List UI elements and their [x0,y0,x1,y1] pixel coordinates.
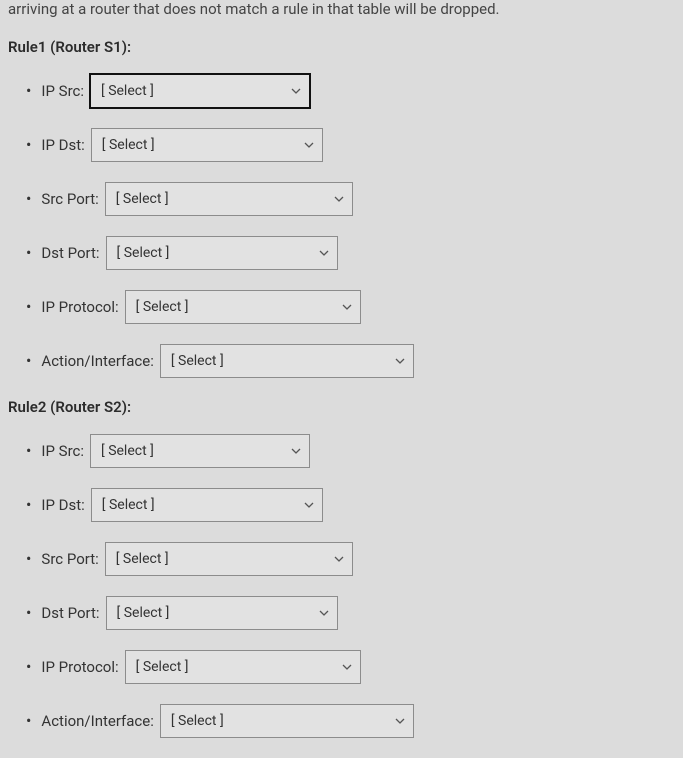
rule2-ip-src-row: IP Src: [ Select ] [26,434,675,468]
select-text: [ Select ] [117,605,170,621]
rule1-dst-port-label: Dst Port: [41,244,99,262]
rule1-action-interface-select[interactable]: [ Select ] [160,344,414,378]
rule1-ip-dst-select[interactable]: [ Select ] [91,128,323,162]
rule2-ip-dst-row: IP Dst: [ Select ] [26,488,675,522]
rule1-ip-src-row: IP Src: [ Select ] [26,74,675,108]
rule2-dst-port-row: Dst Port: [ Select ] [26,596,675,630]
rule1-ip-dst-label: IP Dst: [41,136,84,154]
select-text: [ Select ] [136,659,189,675]
rule1-dst-port-select[interactable]: [ Select ] [106,236,338,270]
rule2-action-interface-label: Action/Interface: [41,712,153,730]
select-text: [ Select ] [116,551,169,567]
chevron-down-icon [291,88,301,94]
chevron-down-icon [319,610,329,616]
rule2-src-port-row: Src Port: [ Select ] [26,542,675,576]
chevron-down-icon [304,502,314,508]
chevron-down-icon [334,196,344,202]
rule1-dst-port-row: Dst Port: [ Select ] [26,236,675,270]
rule1-heading: Rule1 (Router S1): [8,38,675,56]
rule2-ip-protocol-label: IP Protocol: [41,658,118,676]
select-text: [ Select ] [136,299,189,315]
select-text: [ Select ] [171,713,224,729]
rule2-ip-src-select[interactable]: [ Select ] [90,434,310,468]
rule2-heading: Rule2 (Router S2): [8,398,675,416]
rule2-action-interface-row: Action/Interface: [ Select ] [26,704,675,738]
rule1-ip-protocol-label: IP Protocol: [41,298,118,316]
select-text: [ Select ] [102,497,155,513]
chevron-down-icon [395,358,405,364]
rule2-action-interface-select[interactable]: [ Select ] [160,704,414,738]
rule1-ip-dst-row: IP Dst: [ Select ] [26,128,675,162]
chevron-down-icon [334,556,344,562]
rule2-dst-port-label: Dst Port: [41,604,99,622]
chevron-down-icon [304,142,314,148]
chevron-down-icon [342,664,352,670]
chevron-down-icon [319,250,329,256]
select-text: [ Select ] [101,443,154,459]
rule1-action-interface-label: Action/Interface: [41,352,153,370]
chevron-down-icon [395,718,405,724]
rule2-src-port-select[interactable]: [ Select ] [105,542,353,576]
rule1-src-port-row: Src Port: [ Select ] [26,182,675,216]
select-text: [ Select ] [116,191,169,207]
rule1-ip-src-label: IP Src: [41,82,84,100]
rule2-fields: IP Src: [ Select ] IP Dst: [ Select ] Sr… [8,434,675,738]
intro-text: arriving at a router that does not match… [8,0,675,28]
rule2-ip-protocol-row: IP Protocol: [ Select ] [26,650,675,684]
rule2-ip-protocol-select[interactable]: [ Select ] [125,650,361,684]
rule1-fields: IP Src: [ Select ] IP Dst: [ Select ] Sr… [8,74,675,378]
select-text: [ Select ] [171,353,224,369]
chevron-down-icon [291,448,301,454]
rule2-src-port-label: Src Port: [41,550,98,568]
rule1-action-interface-row: Action/Interface: [ Select ] [26,344,675,378]
rule1-src-port-select[interactable]: [ Select ] [105,182,353,216]
rule2-ip-dst-select[interactable]: [ Select ] [91,488,323,522]
rule1-ip-src-select[interactable]: [ Select ] [90,74,310,108]
rule2-ip-dst-label: IP Dst: [41,496,84,514]
rule1-src-port-label: Src Port: [41,190,98,208]
rule1-ip-protocol-row: IP Protocol: [ Select ] [26,290,675,324]
rule1-ip-protocol-select[interactable]: [ Select ] [125,290,361,324]
select-text: [ Select ] [117,245,170,261]
rule2-ip-src-label: IP Src: [41,442,84,460]
select-text: [ Select ] [101,83,154,99]
select-text: [ Select ] [102,137,155,153]
rule2-dst-port-select[interactable]: [ Select ] [106,596,338,630]
chevron-down-icon [342,304,352,310]
